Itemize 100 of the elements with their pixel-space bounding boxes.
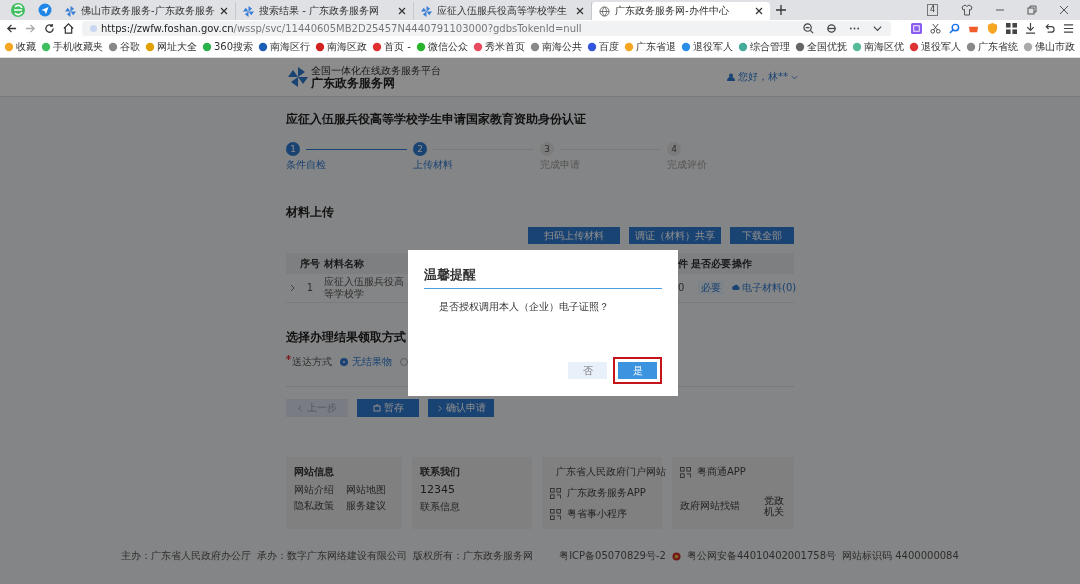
hotline-number: 12345	[420, 483, 456, 496]
browser-tab[interactable]: 广东政务服务网-办件中心	[592, 2, 770, 20]
shirt-icon[interactable]	[961, 4, 973, 16]
step-number: 4	[667, 142, 681, 156]
footer-link[interactable]: 广东省人民政府门户网站	[556, 465, 666, 479]
dialog-title: 温馨提醒	[424, 250, 662, 289]
party-badge[interactable]: 党政机关	[764, 495, 786, 517]
pinwheel-icon	[421, 5, 432, 17]
bookmark-item[interactable]: 佛山市政	[1022, 40, 1075, 54]
favicon-icon	[145, 42, 155, 52]
footer-heading: 网站信息	[294, 465, 335, 479]
favicon-icon	[415, 42, 426, 52]
reload-icon[interactable]	[44, 23, 55, 34]
footer-link[interactable]: 政府网站找错	[680, 499, 740, 513]
address-field[interactable]: https://zwfw.foshan.gov.cn/wssp/svc/11440605MB2D25457N4440791103000?gdbsTokenId=null	[82, 21, 891, 36]
column-header: 件	[678, 256, 689, 271]
qr-code-icon[interactable]	[680, 466, 691, 478]
dialog-button[interactable]: 否	[568, 362, 607, 379]
favicon-icon	[794, 42, 805, 52]
bookmark-item[interactable]: 360搜索	[202, 40, 254, 54]
step-number: 2	[413, 142, 427, 156]
column-header: 材料名称	[323, 256, 365, 271]
step-number: 3	[540, 142, 554, 156]
bookmark-item[interactable]: 南海区行	[258, 40, 311, 54]
chevron-down-icon	[791, 73, 798, 81]
favicon-icon	[908, 42, 919, 52]
section-title: 选择办理结果领取方式	[286, 329, 407, 346]
footer-link[interactable]: 联系信息	[420, 500, 524, 514]
bookmark-item[interactable]: 南海区优	[851, 40, 904, 54]
bookmark-item[interactable]: 广东省统	[965, 40, 1018, 54]
bookmark-item[interactable]: 南海区政	[315, 40, 368, 54]
qr-code-icon[interactable]	[550, 508, 561, 520]
chevron-down-icon[interactable]	[872, 23, 883, 34]
footer-link[interactable]: 隐私政策	[294, 499, 342, 513]
close-icon[interactable]	[220, 7, 228, 15]
bookmark-item[interactable]: 谷歌	[108, 40, 140, 54]
step-label: 条件自检	[286, 158, 327, 172]
bookmark-item[interactable]: 首页 -	[372, 40, 411, 54]
footer-link[interactable]: 粤商通APP	[697, 465, 746, 479]
save-icon	[372, 404, 381, 412]
zoom-icon[interactable]	[803, 23, 814, 34]
bookmark-item[interactable]: 手机收藏夹	[41, 40, 103, 54]
scissors-icon[interactable]	[930, 23, 941, 34]
footer-link[interactable]: 粤省事小程序	[567, 507, 627, 521]
radio-button[interactable]	[340, 358, 348, 366]
search-icon[interactable]	[949, 23, 960, 34]
favicon-icon	[623, 42, 634, 52]
favicon-icon	[965, 42, 976, 52]
close-icon[interactable]	[398, 7, 406, 15]
expand-icon[interactable]	[290, 284, 296, 292]
pinwheel-logo-icon	[288, 67, 308, 87]
bookmark-item[interactable]: 全国优抚	[794, 40, 847, 54]
favicon-icon	[315, 42, 326, 52]
column-header: 是否必要	[690, 256, 732, 271]
send-icon[interactable]	[38, 3, 52, 17]
undo-icon[interactable]	[1044, 23, 1055, 34]
download-icon[interactable]	[1025, 23, 1036, 34]
bookmark-item[interactable]: 综合管理	[737, 40, 790, 54]
close-icon[interactable]	[1059, 5, 1069, 15]
footer-text: 网站标识码 4400000084	[842, 549, 959, 563]
column-header: 操作	[732, 256, 753, 271]
footer-link[interactable]: 广东政务服务APP	[567, 486, 646, 500]
bookmark-item[interactable]: 收藏	[4, 40, 36, 54]
favicon-icon	[1022, 42, 1033, 52]
close-icon[interactable]	[576, 7, 584, 15]
bookmark-item[interactable]: 百度	[586, 40, 619, 54]
required-tag: 必要	[698, 281, 724, 294]
bookmark-item[interactable]: 退役军人	[908, 40, 961, 54]
footer-text: 主办：广东省人民政府办公厅	[121, 549, 252, 563]
home-icon[interactable]	[63, 23, 74, 34]
table-cell-text: 应征入伍服兵役高等学校学	[323, 276, 405, 300]
restore-icon[interactable]	[1027, 5, 1037, 15]
bookmark-item[interactable]: 广东省退	[623, 40, 676, 54]
favicon-icon	[372, 42, 383, 52]
step-label: 上传材料	[413, 158, 454, 172]
favicon-icon	[41, 42, 51, 52]
footer-link[interactable]: 网站地图	[346, 483, 394, 497]
footer-link[interactable]: 网站介绍	[294, 483, 342, 497]
qr-code-icon[interactable]	[550, 487, 561, 499]
favicon-icon	[851, 42, 862, 52]
back-icon[interactable]	[6, 23, 17, 34]
page-title: 应征入伍服兵役高等学校学生申请国家教育资助身份认证	[286, 111, 587, 128]
bookmark-item[interactable]: 网址大全	[145, 40, 197, 54]
police-badge-icon	[671, 551, 681, 561]
bookmark-item[interactable]: 南海公共	[529, 40, 582, 54]
app-square-icon[interactable]	[911, 23, 922, 34]
bookmark-item[interactable]: 微信公众	[415, 40, 468, 54]
new-tab-icon[interactable]	[776, 5, 786, 15]
user-icon	[727, 73, 735, 81]
favicon-icon	[108, 42, 118, 52]
bookmark-item[interactable]: 秀米首页	[472, 40, 525, 54]
bookmark-item[interactable]: 退役军人	[680, 40, 733, 54]
field-label: 送达方式	[292, 355, 332, 369]
close-icon[interactable]	[755, 7, 763, 15]
footer-heading: 联系我们	[420, 465, 461, 479]
grid-icon[interactable]	[1006, 23, 1017, 34]
tab-count[interactable]: 4	[926, 4, 938, 16]
footer-link[interactable]: 服务建议	[346, 499, 394, 513]
dialog-message: 是否授权调用本人（企业）电子证照？	[438, 300, 610, 314]
menu-icon[interactable]	[1063, 23, 1074, 34]
